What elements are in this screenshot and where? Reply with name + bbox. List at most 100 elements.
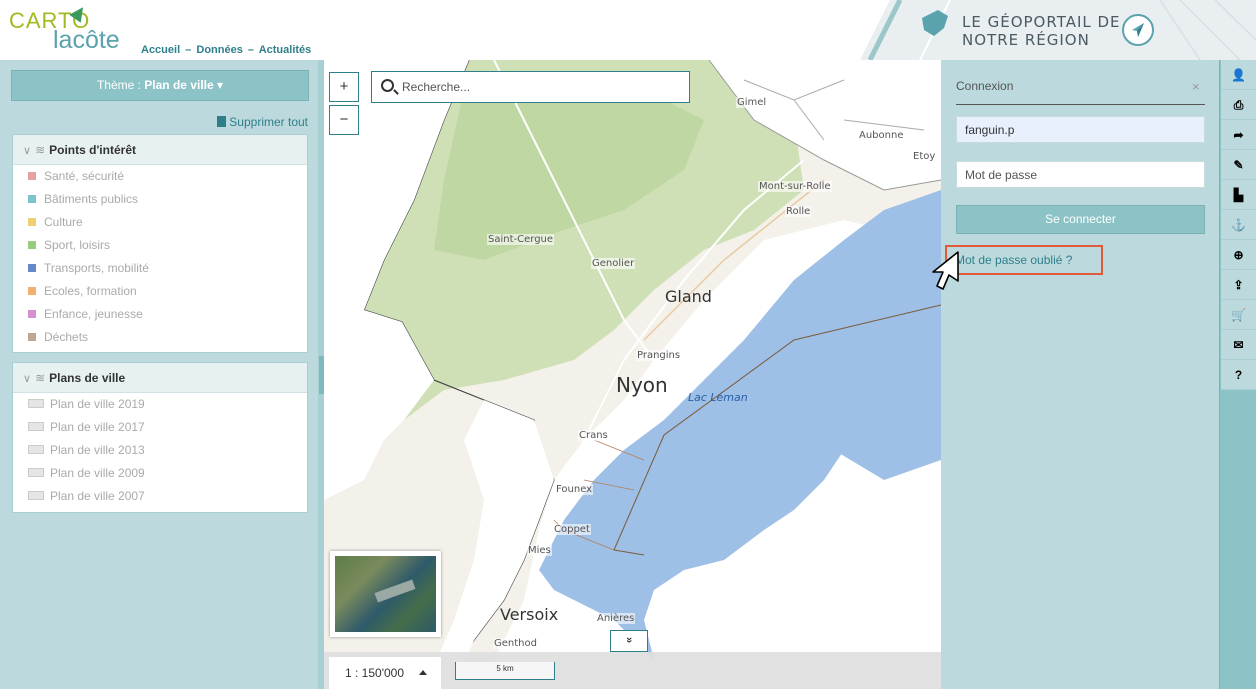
zoom-in-button[interactable]: + [329,72,359,102]
nav-separator: – [247,44,255,56]
delete-all-label: Supprimer tout [229,115,308,129]
toolbar-anchor-button[interactable]: ⚓ [1221,210,1256,240]
layer-group-title: Points d'intérêt [49,143,136,157]
toolbar-cart-button[interactable]: 🛒 [1221,300,1256,330]
place-anieres: Anières [596,613,636,624]
cartolacote-logo[interactable]: CARTO lacôte [9,3,134,56]
login-title: Connexion [956,79,1014,93]
place-founex: Founex [555,484,594,495]
layer-item[interactable]: Transports, mobilité [13,257,307,280]
layer-group-header[interactable]: ∨ ≋ Plans de ville [13,363,307,393]
delete-all-button[interactable]: Supprimer tout [217,115,308,129]
geoportal-banner: LE GÉOPORTAIL DE NOTRE RÉGION [860,0,1256,60]
anchor-icon: ⚓ [1231,218,1246,232]
layer-item[interactable]: Déchets [13,326,307,349]
map-view[interactable]: Gimel Aubonne Etoy Mont-sur-Rolle Rolle … [324,60,941,689]
login-panel: Connexion × Se connecter Mot de passe ou… [941,60,1219,689]
layer-item-label: Plan de ville 2017 [50,420,145,434]
password-field[interactable] [956,161,1205,188]
layer-item[interactable]: Enfance, jeunesse [13,303,307,326]
search-icon [381,79,394,92]
upload-icon: ⇪ [1233,278,1244,292]
aerial-thumbnail [335,556,436,632]
place-gland: Gland [665,287,712,306]
place-prangins: Prangins [636,350,682,361]
user-icon: 👤 [1231,68,1246,82]
basemap-switcher[interactable] [330,551,441,637]
layer-color-icon [28,218,36,226]
username-field[interactable] [956,116,1205,143]
map-thumbnail-icon [28,399,44,408]
place-genolier: Genolier [591,258,636,269]
toolbar-mail-button[interactable]: ✉ [1221,330,1256,360]
nav-separator: – [185,44,192,56]
layer-item[interactable]: Culture [13,211,307,234]
toolbar-draw-button[interactable]: ✎ [1221,150,1256,180]
layer-item[interactable]: Ecoles, formation [13,280,307,303]
place-saint-cergue: Saint-Cergue [487,234,555,245]
layer-group-header[interactable]: ∨ ≋ Points d'intérêt [13,135,307,165]
place-genthod: Genthod [493,638,538,649]
close-icon[interactable]: × [1192,79,1200,94]
zoom-out-button[interactable]: − [329,105,359,135]
layer-group-plans-de-ville: ∨ ≋ Plans de ville Plan de ville 2019 Plan … [12,362,308,513]
login-button[interactable]: Se connecter [956,205,1205,234]
layer-item[interactable]: Sport, loisirs [13,234,307,257]
trash-icon [217,116,227,127]
scale-bar: 5 km [455,662,555,680]
toolbar-help-button[interactable]: ? [1221,360,1256,390]
nav-data-link[interactable]: Données [196,44,242,56]
map-thumbnail-icon [28,491,44,500]
layer-item-label: Ecoles, formation [44,284,137,298]
toolbar-print-button[interactable]: ⎙ [1221,90,1256,120]
place-nyon: Nyon [616,373,668,397]
layers-panel: Thème : Plan de ville ▾ Supprimer tout ∨… [0,60,318,689]
logo-lacote-text: lacôte [53,26,120,54]
nav-home-link[interactable]: Accueil [141,44,180,56]
place-aubonne: Aubonne [858,130,905,141]
divider [956,104,1205,105]
toolbar-zoom-button[interactable]: ⊕ [1221,240,1256,270]
place-versoix: Versoix [500,605,559,624]
expand-bottom-button[interactable]: » [610,630,648,652]
search-input[interactable] [402,77,682,97]
search-box [371,71,690,103]
place-gimel: Gimel [736,97,768,108]
layer-item[interactable]: Plan de ville 2009 [13,462,307,485]
theme-label: Thème : [96,78,145,92]
place-rolle: Rolle [785,206,812,217]
layer-item[interactable]: Plan de ville 2017 [13,416,307,439]
layers-icon: ≋ [35,143,46,157]
layer-color-icon [28,172,36,180]
layer-item-label: Déchets [44,330,89,344]
theme-dropdown[interactable]: Thème : Plan de ville ▾ [11,70,309,101]
cart-icon: 🛒 [1231,308,1246,322]
layer-item[interactable]: Plan de ville 2013 [13,439,307,462]
place-lac-leman: Lac Léman [688,391,748,404]
layer-item[interactable]: Santé, sécurité [13,165,307,188]
draw-icon: ✎ [1233,158,1244,172]
theme-value: Plan de ville [144,78,214,92]
layer-item-label: Plan de ville 2009 [50,466,145,480]
toolbar-user-button[interactable]: 👤 [1221,60,1256,90]
zoom-icon: ⊕ [1233,248,1244,262]
toolbar-upload-button[interactable]: ⇪ [1221,270,1256,300]
layer-item-label: Enfance, jeunesse [44,307,143,321]
layer-item[interactable]: Bâtiments publics [13,188,307,211]
map-footer: 1 : 150'000 5 km [324,652,941,689]
layer-color-icon [28,333,36,341]
nav-news-link[interactable]: Actualités [259,44,312,56]
layer-group-points-interet: ∨ ≋ Points d'intérêt Santé, sécurité Bâtime… [12,134,308,353]
layer-item[interactable]: Plan de ville 2007 [13,485,307,508]
toolbar-share-button[interactable]: ➦ [1221,120,1256,150]
map-thumbnail-icon [28,422,44,431]
forgot-password-link[interactable]: Mot de passe oublié ? [945,245,1103,275]
layer-item[interactable]: Plan de ville 2019 [13,393,307,416]
banner-line-1: LE GÉOPORTAIL DE [962,13,1121,31]
mail-icon: ✉ [1233,338,1244,352]
toolbar-chart-button[interactable]: ▙ [1221,180,1256,210]
caret-down-icon: ▾ [217,78,224,92]
map-thumbnail-icon [28,468,44,477]
place-crans: Crans [578,430,609,441]
scale-select[interactable]: 1 : 150'000 [329,657,441,689]
